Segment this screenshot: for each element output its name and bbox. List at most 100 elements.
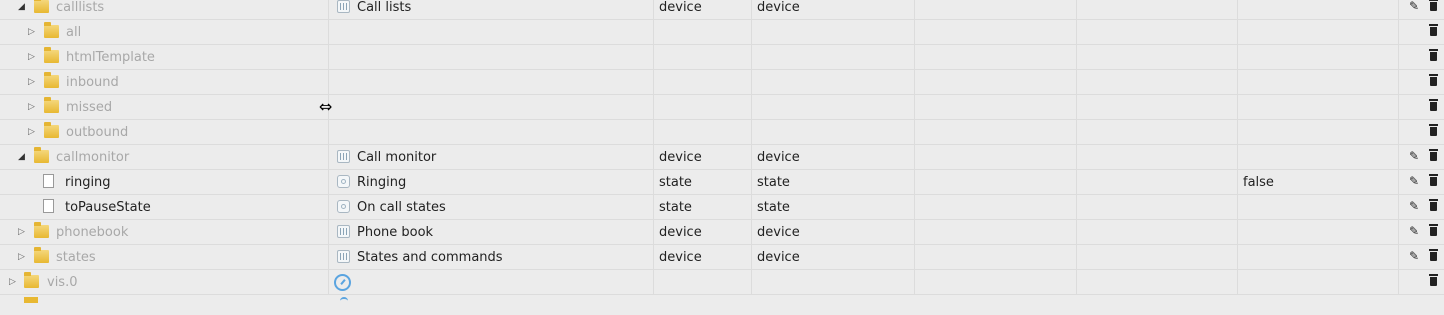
trash-icon[interactable] xyxy=(1429,149,1438,161)
object-id[interactable]: inbound xyxy=(66,75,119,90)
id-cell: ▷ htmlTemplate xyxy=(0,45,329,70)
trash-icon[interactable] xyxy=(1429,24,1438,36)
folder-icon xyxy=(44,122,59,138)
table-row[interactable]: ▷ states States and commands device device ✎ xyxy=(0,245,1444,270)
collapse-arrow-icon[interactable]: ▷ xyxy=(18,252,25,262)
folder-icon xyxy=(34,222,49,238)
table-row[interactable]: ▷ htmlTemplate xyxy=(0,45,1444,70)
value-cell xyxy=(1238,70,1399,95)
table-row[interactable]: ▷ inbound xyxy=(0,70,1444,95)
object-id[interactable]: outbound xyxy=(66,125,128,140)
object-role-cell xyxy=(752,70,915,95)
actions-cell xyxy=(1399,20,1444,45)
expand-arrow-icon[interactable]: ◢ xyxy=(18,152,25,162)
name-cell: Phone book xyxy=(329,220,654,245)
actions-cell: ✎ xyxy=(1399,195,1444,220)
actions-cell: ✎ xyxy=(1399,145,1444,170)
object-type-cell xyxy=(654,45,752,70)
table-row[interactable]: ▷ vis.0 xyxy=(0,270,1444,295)
empty-cell xyxy=(1077,95,1238,120)
name-cell xyxy=(329,45,654,70)
edit-icon[interactable]: ✎ xyxy=(1409,0,1419,13)
trash-icon[interactable] xyxy=(1429,274,1438,286)
collapse-arrow-icon[interactable]: ▷ xyxy=(9,277,16,287)
object-id[interactable]: missed xyxy=(66,100,112,115)
object-type-cell: state xyxy=(654,170,752,195)
actions-cell: ✎ xyxy=(1399,170,1444,195)
object-role-cell xyxy=(752,95,915,120)
object-role-cell: state xyxy=(752,170,915,195)
table-row[interactable]: ▷ missed xyxy=(0,95,1444,120)
trash-icon[interactable] xyxy=(1429,0,1438,11)
object-role: state xyxy=(757,200,790,215)
object-id[interactable]: toPauseState xyxy=(65,200,151,215)
table-row[interactable]: ▷ outbound xyxy=(0,120,1444,145)
empty-cell xyxy=(915,20,1077,45)
trash-icon[interactable] xyxy=(1429,74,1438,86)
empty-cell xyxy=(915,220,1077,245)
object-id[interactable]: states xyxy=(56,250,96,265)
channel-icon xyxy=(337,0,350,13)
object-id[interactable]: callmonitor xyxy=(56,150,129,165)
object-name: Call lists xyxy=(357,0,412,15)
object-tree-table: ◢ calllists Call lists device device ✎ ▷ all ▷ ht… xyxy=(0,0,1444,315)
trash-icon[interactable] xyxy=(1429,49,1438,61)
resize-cursor-icon: ⇔ xyxy=(319,97,333,116)
object-type-cell: device xyxy=(654,145,752,170)
collapse-arrow-icon[interactable]: ▷ xyxy=(28,127,35,137)
table-row[interactable]: ◢ calllists Call lists device device ✎ xyxy=(0,0,1444,20)
object-id[interactable]: ringing xyxy=(65,175,111,190)
name-cell: Call monitor xyxy=(329,145,654,170)
object-type: device xyxy=(659,150,702,165)
edit-icon[interactable]: ✎ xyxy=(1409,175,1419,188)
empty-cell xyxy=(1077,20,1238,45)
table-row[interactable]: ringing Ringing state state false ✎ xyxy=(0,170,1444,195)
trash-icon[interactable] xyxy=(1429,99,1438,111)
trash-icon[interactable] xyxy=(1429,249,1438,261)
collapse-arrow-icon[interactable]: ▷ xyxy=(28,77,35,87)
id-cell: toPauseState xyxy=(0,195,329,220)
id-cell: ◢ calllists xyxy=(0,0,329,20)
edit-icon[interactable]: ✎ xyxy=(1409,150,1419,163)
trash-icon[interactable] xyxy=(1429,199,1438,211)
collapse-arrow-icon[interactable]: ▷ xyxy=(18,227,25,237)
expand-arrow-icon[interactable]: ◢ xyxy=(18,2,25,12)
trash-icon[interactable] xyxy=(1429,174,1438,186)
object-id[interactable]: vis.0 xyxy=(47,275,77,290)
object-type-cell xyxy=(654,120,752,145)
object-value[interactable]: false xyxy=(1243,175,1274,190)
empty-cell xyxy=(1077,120,1238,145)
id-cell: ▷ missed xyxy=(0,95,329,120)
object-id[interactable]: calllists xyxy=(56,0,104,15)
value-cell xyxy=(1238,220,1399,245)
value-cell xyxy=(1238,270,1399,295)
edit-icon[interactable]: ✎ xyxy=(1409,200,1419,213)
table-row[interactable]: ◢ callmonitor Call monitor device device ✎ xyxy=(0,145,1444,170)
edit-icon[interactable]: ✎ xyxy=(1409,225,1419,238)
edit-icon[interactable]: ✎ xyxy=(1409,250,1419,263)
object-id[interactable]: htmlTemplate xyxy=(66,50,155,65)
empty-cell xyxy=(915,245,1077,270)
trash-icon[interactable] xyxy=(1429,224,1438,236)
collapse-arrow-icon[interactable]: ▷ xyxy=(28,102,35,112)
trash-icon[interactable] xyxy=(1429,124,1438,136)
table-row[interactable]: toPauseState On call states state state ✎ xyxy=(0,195,1444,220)
channel-icon xyxy=(337,225,350,238)
value-cell: false xyxy=(1238,170,1399,195)
empty-cell xyxy=(1077,270,1238,295)
empty-cell xyxy=(1077,245,1238,270)
name-cell: On call states xyxy=(329,195,654,220)
actions-cell: ✎ xyxy=(1399,220,1444,245)
table-row[interactable] xyxy=(0,295,1444,315)
collapse-arrow-icon[interactable]: ▷ xyxy=(28,27,35,37)
object-role-cell xyxy=(752,20,915,45)
empty-cell xyxy=(1077,145,1238,170)
collapse-arrow-icon[interactable]: ▷ xyxy=(28,52,35,62)
object-role-cell: device xyxy=(752,220,915,245)
state-icon xyxy=(337,200,350,213)
table-row[interactable]: ▷ all xyxy=(0,20,1444,45)
empty-cell xyxy=(1077,220,1238,245)
object-id[interactable]: all xyxy=(66,25,81,40)
object-id[interactable]: phonebook xyxy=(56,225,128,240)
table-row[interactable]: ▷ phonebook Phone book device device ✎ xyxy=(0,220,1444,245)
